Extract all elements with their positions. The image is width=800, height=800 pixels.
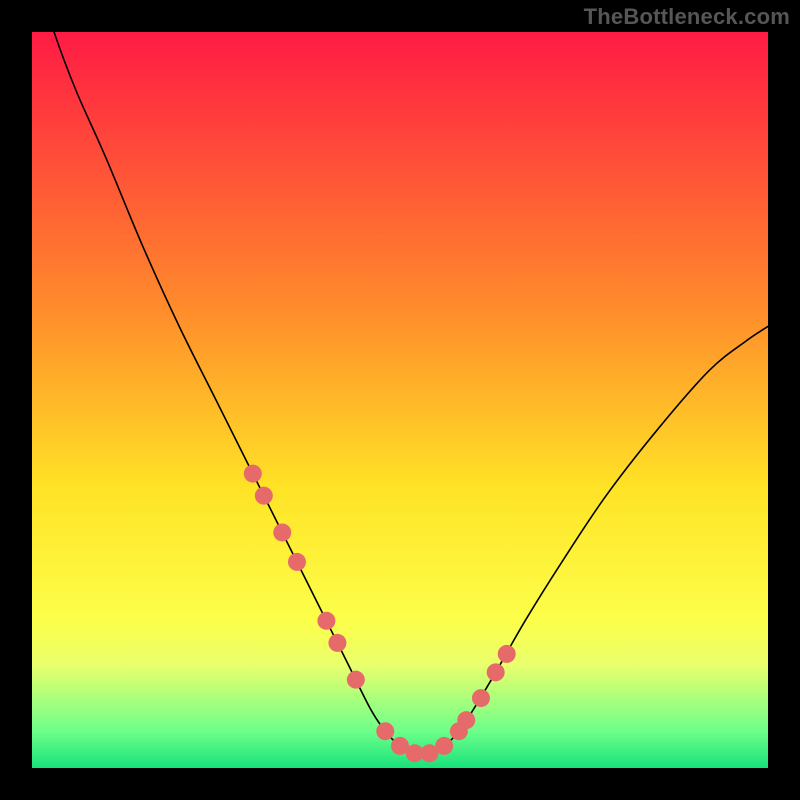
curve-markers <box>244 465 516 763</box>
curve-marker <box>347 671 365 689</box>
curve-marker <box>328 634 346 652</box>
curve-marker <box>244 465 262 483</box>
plot-area <box>32 32 768 768</box>
curve-marker <box>498 645 516 663</box>
curve-marker <box>255 487 273 505</box>
curve-marker <box>472 689 490 707</box>
curve-marker <box>273 523 291 541</box>
curve-marker <box>487 663 505 681</box>
curve-marker <box>457 711 475 729</box>
bottleneck-curve <box>32 32 768 754</box>
curve-marker <box>317 612 335 630</box>
curve-marker <box>376 722 394 740</box>
curve-marker <box>435 737 453 755</box>
curve-marker <box>288 553 306 571</box>
chart-svg <box>32 32 768 768</box>
watermark-text: TheBottleneck.com <box>584 4 790 30</box>
chart-frame: TheBottleneck.com <box>0 0 800 800</box>
